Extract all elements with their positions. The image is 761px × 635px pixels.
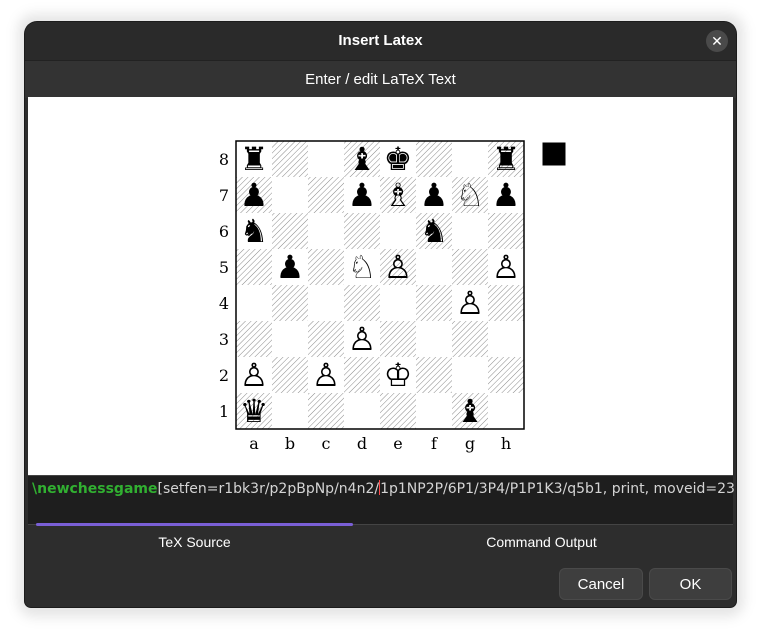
ok-button[interactable]: OK [649, 568, 732, 600]
file-label-a: a [249, 434, 259, 453]
square-c7 [308, 177, 344, 213]
black-pawn-h7: ♟ [492, 176, 521, 214]
square-b6 [272, 213, 308, 249]
black-bishop-g1: ♝ [456, 392, 485, 430]
black-knight-f6: ♞ [420, 212, 449, 250]
black-pawn-f7: ♟ [420, 176, 449, 214]
white-pawn-c2: ♙ [312, 356, 341, 394]
rank-label-8: 8 [219, 150, 229, 169]
black-queen-a1: ♛ [240, 392, 269, 430]
latex-command: \newchessgame [32, 481, 158, 497]
square-e1 [380, 393, 416, 429]
white-pawn-a2: ♙ [240, 356, 269, 394]
white-pawn-h5: ♙ [492, 248, 521, 286]
tab-bar: TeX Source Command Output [28, 523, 733, 555]
square-g2 [452, 357, 488, 393]
square-c1 [308, 393, 344, 429]
editor-text[interactable]: \newchessgame[setfen=r1bk3r/p2pBpNp/n4n2… [32, 480, 736, 497]
file-label-c: c [322, 434, 331, 453]
rank-label-3: 3 [219, 330, 229, 349]
close-icon[interactable]: ✕ [706, 30, 728, 52]
square-b3 [272, 321, 308, 357]
chessboard: ♜ ♝ ♚ ♜♟ ♟ ♗ ♟ ♘ ♟♞ ♞♟ ♘ ♙ ♙♙♙♙ ♙ ♔♛ ♝87654321a b c d e f g h [219, 140, 566, 453]
square-f5 [416, 249, 452, 285]
black-rook-a8: ♜ [240, 140, 269, 178]
rank-label-1: 1 [219, 402, 229, 421]
black-knight-a6: ♞ [240, 212, 269, 250]
black-bishop-d8: ♝ [348, 140, 377, 178]
black-rook-h8: ♜ [492, 140, 521, 178]
square-c8 [308, 141, 344, 177]
rank-label-2: 2 [219, 366, 229, 385]
tab-command-output[interactable]: Command Output [383, 523, 700, 555]
square-e4 [380, 285, 416, 321]
latex-preview: ♜ ♝ ♚ ♜ ♟ ♟ ♗ ♟ ♘ ♟ ♞ ♞ ♟ ♘ ♙ ♙ ♙ ♙ ♙ ♙ ♔ ♛ ♝ 8 7 6 5 4 3 2 1 a b c d e f g h [28, 97, 733, 475]
square-e6 [380, 213, 416, 249]
square-c4 [308, 285, 344, 321]
dialog-title: Insert Latex [338, 32, 423, 49]
file-label-g: g [465, 434, 475, 453]
square-c5 [308, 249, 344, 285]
square-b7 [272, 177, 308, 213]
square-h6 [488, 213, 524, 249]
white-king-e2: ♔ [384, 356, 413, 394]
subheader: Enter / edit LaTeX Text [25, 60, 736, 98]
square-f2 [416, 357, 452, 393]
square-a3 [236, 321, 272, 357]
tab-tex-source[interactable]: TeX Source [36, 523, 353, 555]
square-c6 [308, 213, 344, 249]
black-king-e8: ♚ [384, 140, 413, 178]
file-label-f: f [431, 434, 438, 453]
square-f8 [416, 141, 452, 177]
square-f3 [416, 321, 452, 357]
rank-label-7: 7 [219, 186, 229, 205]
cancel-button[interactable]: Cancel [559, 568, 643, 600]
square-h3 [488, 321, 524, 357]
white-pawn-e5: ♙ [384, 248, 413, 286]
side-to-move-indicator [542, 142, 566, 166]
rank-label-6: 6 [219, 222, 229, 241]
square-b8 [272, 141, 308, 177]
square-d2 [344, 357, 380, 393]
tex-source-editor[interactable]: \newchessgame[setfen=r1bk3r/p2pBpNp/n4n2… [28, 475, 736, 525]
white-pawn-d3: ♙ [348, 320, 377, 358]
square-c3 [308, 321, 344, 357]
file-label-d: d [357, 434, 367, 453]
square-h4 [488, 285, 524, 321]
square-d4 [344, 285, 380, 321]
black-pawn-a7: ♟ [240, 176, 269, 214]
square-e3 [380, 321, 416, 357]
latex-args-after-cursor: 1p1NP2P/6P1/3P4/P1P1K3/q5b1, print, move… [380, 481, 736, 497]
white-knight-d5: ♘ [348, 248, 377, 286]
square-g8 [452, 141, 488, 177]
square-h1 [488, 393, 524, 429]
file-label-b: b [285, 434, 295, 453]
insert-latex-dialog: Insert Latex ✕ Enter / edit LaTeX Text ♜… [25, 22, 736, 607]
dialog-subtitle: Enter / edit LaTeX Text [305, 71, 456, 88]
latex-args-before-cursor: [setfen=r1bk3r/p2pBpNp/n4n2/ [157, 481, 380, 497]
white-knight-g7: ♘ [456, 176, 485, 214]
square-h2 [488, 357, 524, 393]
square-a4 [236, 285, 272, 321]
square-g6 [452, 213, 488, 249]
square-d6 [344, 213, 380, 249]
black-pawn-b5: ♟ [276, 248, 305, 286]
square-b2 [272, 357, 308, 393]
file-label-e: e [393, 434, 402, 453]
white-bishop-e7: ♗ [384, 176, 413, 214]
square-f4 [416, 285, 452, 321]
square-g5 [452, 249, 488, 285]
square-b1 [272, 393, 308, 429]
white-pawn-g4: ♙ [456, 284, 485, 322]
title-bar: Insert Latex ✕ [25, 22, 736, 60]
file-label-h: h [501, 434, 511, 453]
square-d1 [344, 393, 380, 429]
rank-label-4: 4 [219, 294, 229, 313]
square-f1 [416, 393, 452, 429]
square-a5 [236, 249, 272, 285]
square-b4 [272, 285, 308, 321]
rank-label-5: 5 [219, 258, 229, 277]
square-g3 [452, 321, 488, 357]
black-pawn-d7: ♟ [348, 176, 377, 214]
